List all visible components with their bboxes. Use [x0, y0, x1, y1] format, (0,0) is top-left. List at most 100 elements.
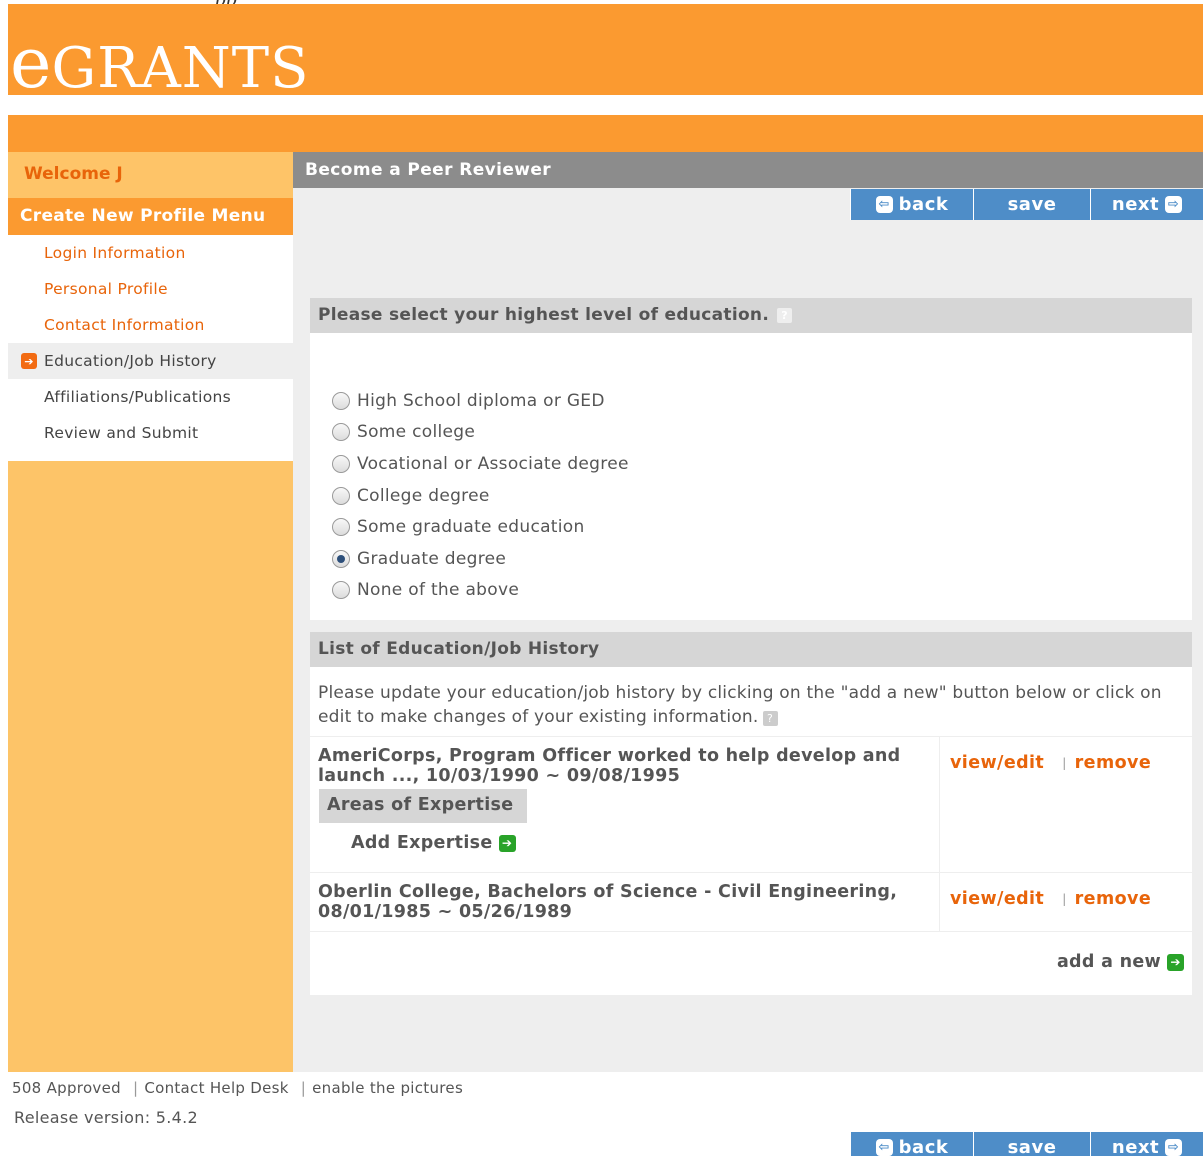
enable-pictures-link[interactable]: enable the pictures: [312, 1079, 463, 1097]
history-record: Oberlin College, Bachelors of Science - …: [310, 872, 1192, 931]
education-level-header: Please select your highest level of educ…: [310, 298, 1192, 333]
radio-button-checked[interactable]: [332, 549, 350, 568]
record-line: Oberlin College, Bachelors of Science - …: [318, 882, 898, 902]
back-arrow-icon: ⇦: [875, 1139, 893, 1156]
save-button-label: save: [1007, 194, 1057, 215]
education-level-options: High School diploma or GED Some college …: [310, 333, 1192, 606]
radio-button[interactable]: [332, 423, 350, 442]
education-option[interactable]: None of the above: [332, 575, 1192, 607]
menu-item-label: Review and Submit: [44, 424, 199, 442]
app-header: eGRANTS: [8, 4, 1203, 98]
history-intro-text: Please update your education/job history…: [318, 683, 1162, 727]
menu-item-label: Contact Information: [44, 316, 205, 334]
record-actions: view/edit | remove: [950, 753, 1151, 773]
page-title: Become a Peer Reviewer: [293, 152, 1203, 188]
next-arrow-icon: ⇨: [1165, 196, 1183, 213]
release-version: Release version: 5.4.2: [14, 1108, 198, 1127]
next-button-label: next: [1111, 1137, 1160, 1156]
508-approved-link[interactable]: 508 Approved: [12, 1079, 121, 1097]
top-nav-buttons: ⇦ back save next ⇨: [850, 189, 1203, 220]
radio-label: Some graduate education: [357, 517, 585, 538]
logo-letter-e: e: [10, 22, 52, 104]
add-new-row: add a new ➔: [310, 931, 1192, 995]
record-line: AmeriCorps, Program Officer worked to he…: [318, 746, 901, 766]
save-button[interactable]: save: [973, 189, 1090, 220]
separator: |: [1062, 892, 1067, 906]
next-arrow-icon: ⇨: [1165, 1139, 1183, 1156]
radio-label: High School diploma or GED: [357, 390, 605, 411]
record-summary: Oberlin College, Bachelors of Science - …: [310, 873, 939, 922]
save-button-bottom[interactable]: save: [973, 1132, 1090, 1156]
back-arrow-icon: ⇦: [875, 196, 893, 213]
menu-item-personal-profile[interactable]: Personal Profile: [8, 271, 293, 307]
main-content: Become a Peer Reviewer ⇦ back save next …: [293, 152, 1203, 1072]
areas-of-expertise-label: Areas of Expertise: [319, 789, 527, 823]
menu-item-label: Education/Job History: [44, 352, 217, 370]
separator: |: [132, 1079, 139, 1097]
back-button-label: back: [898, 194, 949, 215]
back-button-bottom[interactable]: ⇦ back: [850, 1132, 973, 1156]
bottom-nav-buttons: ⇦ back save next ⇨: [850, 1132, 1203, 1156]
menu-item-education-job-history[interactable]: ➔ Education/Job History: [8, 343, 293, 379]
radio-button[interactable]: [332, 391, 350, 410]
next-button-label: next: [1111, 194, 1160, 215]
record-line: 08/01/1985 ~ 05/26/1989: [318, 902, 573, 922]
education-option[interactable]: College degree: [332, 480, 1192, 512]
separator: |: [300, 1079, 307, 1097]
help-icon[interactable]: ?: [777, 308, 793, 323]
save-button-label: save: [1007, 1137, 1057, 1156]
add-arrow-icon: ➔: [1167, 953, 1184, 971]
add-new-label: add a new: [1056, 952, 1161, 972]
menu-item-affiliations-publications: Affiliations/Publications: [8, 379, 293, 415]
menu-title: Create New Profile Menu: [8, 198, 293, 235]
remove-link[interactable]: remove: [1075, 753, 1151, 773]
radio-button[interactable]: [332, 486, 350, 505]
education-option[interactable]: Some college: [332, 417, 1192, 449]
menu-item-label: Personal Profile: [44, 280, 168, 298]
education-level-section: Please select your highest level of educ…: [310, 298, 1192, 620]
history-record: AmeriCorps, Program Officer worked to he…: [310, 736, 1192, 872]
remove-link[interactable]: remove: [1075, 889, 1151, 909]
help-icon[interactable]: ?: [762, 711, 778, 726]
radio-button[interactable]: [332, 581, 350, 600]
sidebar: Welcome J Create New Profile Menu Login …: [8, 152, 293, 1072]
add-new-button[interactable]: add a new ➔: [1057, 952, 1184, 972]
radio-label: Some college: [357, 422, 476, 443]
back-button[interactable]: ⇦ back: [850, 189, 973, 220]
education-option[interactable]: Some graduate education: [332, 511, 1192, 543]
header-divider-bar: [8, 115, 1203, 152]
profile-menu: Login Information Personal Profile Conta…: [8, 235, 293, 461]
record-actions: view/edit | remove: [950, 889, 1151, 909]
menu-item-login-information[interactable]: Login Information: [8, 235, 293, 271]
history-intro: Please update your education/job history…: [310, 667, 1192, 729]
record-details: AmeriCorps, Program Officer worked to he…: [310, 737, 940, 872]
egrants-logo: eGRANTS: [10, 28, 310, 98]
add-expertise-button[interactable]: Add Expertise ➔: [351, 833, 516, 853]
next-button[interactable]: next ⇨: [1090, 189, 1203, 220]
view-edit-link[interactable]: view/edit: [950, 753, 1044, 773]
education-option-selected[interactable]: Graduate degree: [332, 543, 1192, 575]
radio-button[interactable]: [332, 518, 350, 537]
education-option[interactable]: Vocational or Associate degree: [332, 448, 1192, 480]
radio-label: College degree: [357, 485, 490, 506]
menu-item-label: Affiliations/Publications: [44, 388, 232, 406]
add-expertise-label: Add Expertise: [351, 833, 493, 853]
welcome-text: Welcome J: [8, 152, 293, 198]
radio-label: Graduate degree: [357, 548, 507, 569]
education-option[interactable]: High School diploma or GED: [332, 385, 1192, 417]
radio-label: None of the above: [357, 580, 520, 601]
record-details: Oberlin College, Bachelors of Science - …: [310, 873, 940, 931]
contact-help-desk-link[interactable]: Contact Help Desk: [144, 1079, 288, 1097]
record-summary: AmeriCorps, Program Officer worked to he…: [310, 737, 939, 786]
menu-item-review-and-submit: Review and Submit: [8, 415, 293, 451]
next-button-bottom[interactable]: next ⇨: [1090, 1132, 1203, 1156]
radio-button[interactable]: [332, 454, 350, 473]
separator: |: [1062, 756, 1067, 770]
history-header: List of Education/Job History: [310, 632, 1192, 667]
menu-item-contact-information[interactable]: Contact Information: [8, 307, 293, 343]
current-page-arrow-icon: ➔: [21, 353, 37, 369]
logo-wordmark: GRANTS: [51, 36, 310, 101]
education-level-question: Please select your highest level of educ…: [318, 305, 770, 325]
history-section: List of Education/Job History Please upd…: [310, 632, 1192, 995]
view-edit-link[interactable]: view/edit: [950, 889, 1044, 909]
